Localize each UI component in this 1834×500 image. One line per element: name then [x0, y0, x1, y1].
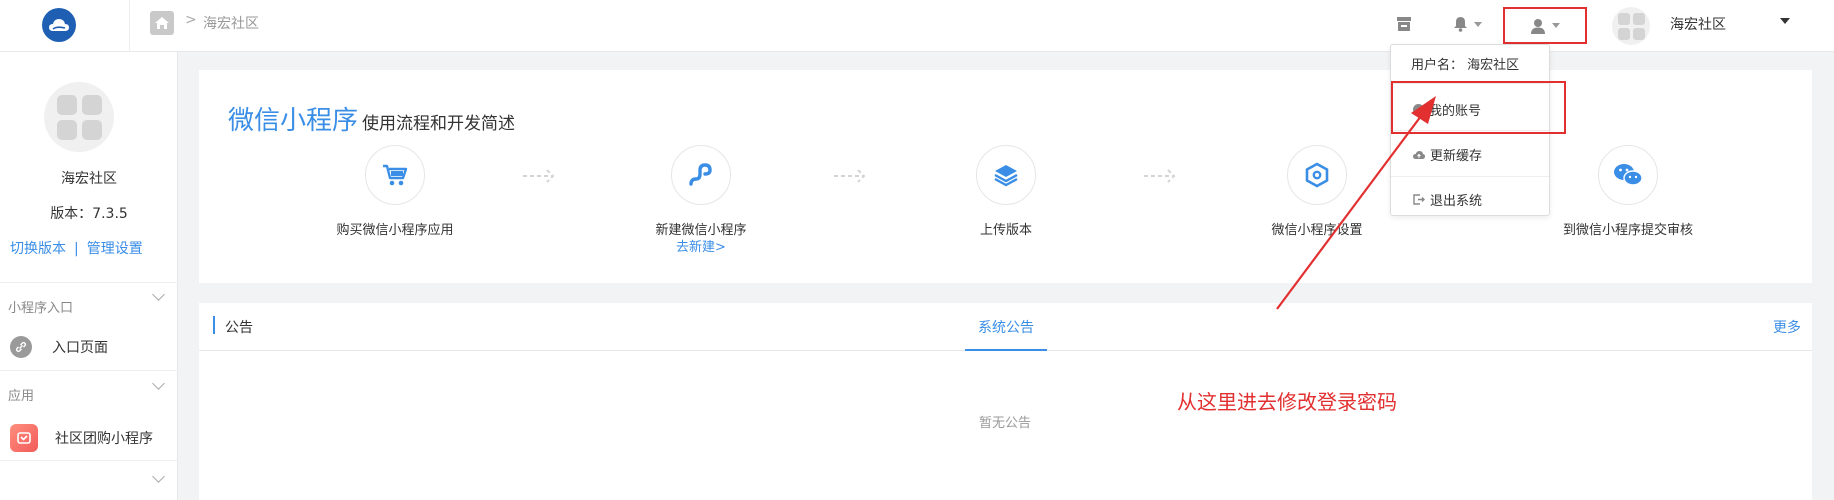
- create-new-link[interactable]: 去新建>: [611, 236, 791, 255]
- link-icon: [10, 336, 32, 358]
- dropdown-divider: [1391, 176, 1549, 177]
- sidebar-version: 版本：7.3.5: [50, 206, 128, 222]
- hexagon-icon: [1287, 145, 1347, 205]
- sidebar-links: 切换版本 | 管理设置: [10, 238, 143, 258]
- step-buy: 购买微信小程序应用: [305, 145, 485, 238]
- sidebar-section-entry[interactable]: 小程序入口: [8, 297, 73, 316]
- more-link[interactable]: 更多: [1773, 317, 1801, 337]
- step-label: 购买微信小程序应用: [336, 223, 454, 238]
- sidebar: 海宏社区 版本：7.3.5 切换版本 | 管理设置 小程序入口 入口页面 应用 社区…: [0, 52, 178, 500]
- link-separator: |: [74, 241, 79, 257]
- step-arrow: [523, 169, 555, 183]
- user-icon: [1531, 18, 1545, 34]
- annotation-highlight-box: [1391, 81, 1566, 134]
- sidebar-item-group-buy[interactable]: 社区团购小程序: [10, 424, 153, 452]
- sidebar-item-entry-page[interactable]: 入口页面: [10, 336, 108, 358]
- miniprogram-intro-card: 微信小程序 使用流程和开发简述 购买微信小程序应用 新建微信小程序 去新建> 上传…: [199, 70, 1812, 283]
- menu-item-label: 退出系统: [1430, 194, 1483, 209]
- menu-item-logout[interactable]: 退出系统: [1391, 190, 1549, 209]
- chevron-down-icon[interactable]: [152, 377, 165, 390]
- step-new: 新建微信小程序 去新建>: [611, 145, 791, 255]
- tab-system-notice[interactable]: 系统公告: [965, 303, 1047, 351]
- step-arrow: [1144, 169, 1176, 183]
- step-submit: 到微信小程序提交审核: [1538, 145, 1718, 238]
- sidebar-item-label: 入口页面: [52, 340, 108, 356]
- bell-icon: [1454, 17, 1467, 32]
- sidebar-item-label: 社区团购小程序: [55, 431, 153, 447]
- chevron-down-icon[interactable]: [152, 470, 165, 483]
- manage-settings-link[interactable]: 管理设置: [87, 241, 143, 257]
- wechat-icon: [1598, 145, 1658, 205]
- cloud-upload-icon: [1413, 150, 1425, 159]
- dropdown-username: 用户名： 海宏社区: [1411, 58, 1520, 73]
- user-caret-down-icon[interactable]: [1780, 18, 1790, 24]
- notice-tabs: 公告 系统公告 更多: [199, 303, 1812, 351]
- step-arrow: [834, 169, 866, 183]
- switch-version-link[interactable]: 切换版本: [10, 241, 66, 257]
- store-icon[interactable]: [1395, 12, 1413, 36]
- notice-card: 公告 系统公告 更多 暂无公告 从这里进去修改登录密码: [199, 303, 1812, 500]
- user-menu-button[interactable]: [1503, 7, 1587, 44]
- avatar[interactable]: [1612, 7, 1650, 45]
- layers-icon: [976, 145, 1036, 205]
- cart-icon: [365, 145, 425, 205]
- step-settings: 微信小程序设置: [1227, 145, 1407, 238]
- miniprogram-icon: [671, 145, 731, 205]
- intro-title-sub: 使用流程和开发简述: [362, 114, 516, 134]
- sidebar-divider: [0, 460, 178, 461]
- step-label: 到微信小程序提交审核: [1562, 223, 1693, 238]
- intro-title: 微信小程序 使用流程和开发简述: [228, 100, 515, 137]
- caret-down-icon: [1474, 21, 1482, 27]
- menu-item-label: 更新缓存: [1430, 149, 1483, 164]
- caret-down-icon: [1552, 23, 1560, 28]
- step-label: 微信小程序设置: [1271, 223, 1363, 238]
- step-upload: 上传版本: [916, 145, 1096, 238]
- group-buy-app-icon: [10, 424, 38, 452]
- sidebar-account-name: 海宏社区: [61, 171, 117, 187]
- chevron-down-icon[interactable]: [152, 288, 165, 301]
- cloud-logo-icon[interactable]: [42, 8, 76, 42]
- breadcrumb-current[interactable]: 海宏社区: [203, 13, 259, 33]
- sidebar-divider: [0, 282, 178, 283]
- annotation-note: 从这里进去修改登录密码: [1177, 390, 1397, 414]
- top-user-name[interactable]: 海宏社区: [1670, 14, 1726, 34]
- menu-item-refresh-cache[interactable]: 更新缓存: [1391, 145, 1549, 164]
- intro-title-main: 微信小程序: [228, 106, 359, 136]
- step-label: 上传版本: [979, 223, 1032, 238]
- notice-heading: 公告: [225, 320, 253, 336]
- sidebar-divider: [0, 370, 178, 371]
- home-icon[interactable]: [150, 11, 174, 35]
- logout-icon: [1413, 194, 1425, 205]
- top-bar: > 海宏社区 海宏社区: [0, 0, 1834, 52]
- logo-divider: [129, 0, 130, 52]
- breadcrumb-separator: >: [185, 12, 197, 28]
- notice-accent-bar: [213, 316, 215, 334]
- sidebar-avatar: [44, 82, 114, 152]
- sidebar-section-apps[interactable]: 应用: [8, 385, 34, 404]
- empty-notice-text: 暂无公告: [979, 416, 1032, 431]
- bell-dropdown[interactable]: [1453, 12, 1482, 36]
